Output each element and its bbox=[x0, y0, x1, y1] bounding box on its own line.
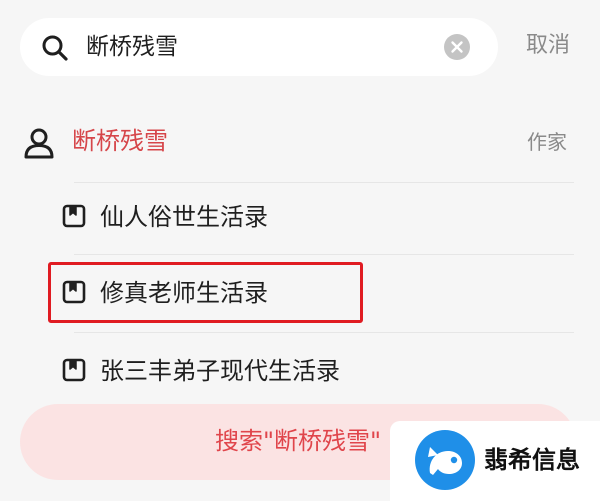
divider bbox=[74, 254, 574, 255]
watermark-logo-icon bbox=[415, 430, 475, 490]
search-icon bbox=[42, 35, 68, 61]
book-result-row[interactable]: 张三丰弟子现代生活录 bbox=[0, 340, 600, 402]
book-icon bbox=[62, 204, 86, 228]
divider bbox=[74, 182, 574, 183]
author-type-label: 作家 bbox=[527, 130, 567, 154]
divider bbox=[74, 332, 574, 333]
book-title: 张三丰弟子现代生活录 bbox=[100, 357, 340, 385]
author-result-row[interactable]: 断桥残雪 作家 bbox=[0, 112, 600, 178]
watermark: 翡希信息 bbox=[390, 421, 600, 501]
highlight-box bbox=[48, 262, 363, 323]
cancel-button[interactable]: 取消 bbox=[526, 30, 570, 62]
search-bar[interactable]: 断桥残雪 bbox=[20, 18, 498, 76]
author-name: 断桥残雪 bbox=[72, 127, 168, 155]
clear-icon[interactable] bbox=[444, 34, 470, 60]
watermark-text: 翡希信息 bbox=[484, 446, 580, 474]
book-result-row[interactable]: 仙人俗世生活录 bbox=[0, 186, 600, 248]
person-icon bbox=[24, 128, 54, 159]
search-input[interactable]: 断桥残雪 bbox=[86, 31, 178, 63]
book-title: 仙人俗世生活录 bbox=[100, 203, 268, 231]
book-icon bbox=[62, 358, 86, 382]
